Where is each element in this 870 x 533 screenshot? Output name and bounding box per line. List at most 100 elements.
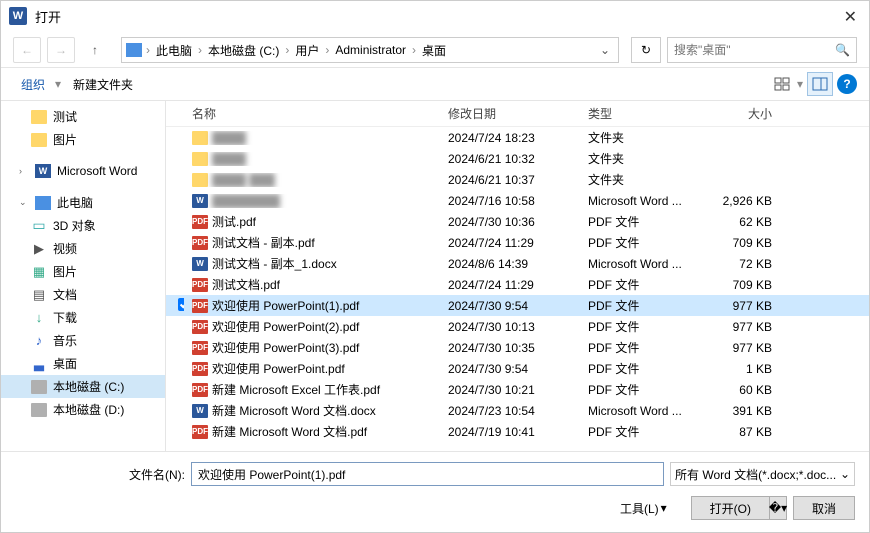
file-row[interactable]: ████2024/7/24 18:23文件夹 (166, 127, 869, 148)
file-name: 测试文档 - 副本.pdf (212, 234, 315, 251)
pdf-icon: PDF (192, 362, 208, 376)
chevron-right-icon[interactable]: › (198, 43, 202, 57)
file-row[interactable]: PDF测试文档.pdf2024/7/24 11:29PDF 文件709 KB (166, 274, 869, 295)
file-type: PDF 文件 (580, 234, 710, 251)
filename-input[interactable] (191, 462, 664, 486)
file-type-select[interactable]: 所有 Word 文档(*.docx;*.doc... ⌄ (670, 462, 855, 486)
sidebar-item[interactable]: 本地磁盘 (C:) (1, 375, 165, 398)
sidebar-item[interactable]: ›WMicrosoft Word (1, 161, 165, 181)
close-icon[interactable]: ✕ (844, 7, 857, 27)
sidebar-item[interactable]: ▤文档 (1, 283, 165, 306)
chevron-down-icon[interactable]: ▾ (797, 77, 803, 91)
vid-icon: ▶ (31, 242, 47, 256)
file-date: 2024/6/21 10:32 (440, 152, 580, 166)
file-type: Microsoft Word ... (580, 404, 710, 418)
file-row[interactable]: ████ ███2024/6/21 10:37文件夹 (166, 169, 869, 190)
file-row[interactable]: PDF测试文档 - 副本.pdf2024/7/24 11:29PDF 文件709… (166, 232, 869, 253)
forward-button[interactable]: → (47, 37, 75, 63)
refresh-button[interactable]: ↻ (631, 37, 661, 63)
chevron-right-icon[interactable]: › (285, 43, 289, 57)
sidebar-item[interactable]: 测试 (1, 105, 165, 128)
sidebar-item[interactable]: ▃桌面 (1, 352, 165, 375)
pc-icon (35, 196, 51, 210)
file-row[interactable]: PDF新建 Microsoft Excel 工作表.pdf2024/7/30 1… (166, 379, 869, 400)
breadcrumb-part[interactable]: 用户 (291, 42, 323, 59)
column-date[interactable]: 修改日期 (440, 105, 580, 122)
sidebar-item[interactable]: 图片 (1, 128, 165, 151)
search-icon[interactable]: 🔍 (835, 43, 850, 57)
file-row[interactable]: PDF新建 Microsoft Word 文档.pdf2024/7/19 10:… (166, 421, 869, 442)
tools-dropdown[interactable]: 工具(L) ▾ (620, 500, 667, 517)
file-row[interactable]: PDF测试.pdf2024/7/30 10:36PDF 文件62 KB (166, 211, 869, 232)
3d-icon: ▭ (31, 219, 47, 233)
chevron-down-icon[interactable]: ▾ (55, 77, 61, 91)
sidebar-item[interactable]: ▦图片 (1, 260, 165, 283)
column-name[interactable]: 名称 (184, 105, 440, 122)
file-name: ████ ███ (212, 173, 275, 187)
breadcrumb-part[interactable]: 本地磁盘 (C:) (204, 42, 283, 59)
drive-icon (31, 403, 47, 417)
file-row[interactable]: ████2024/6/21 10:32文件夹 (166, 148, 869, 169)
sidebar-item-label: 此电脑 (57, 194, 93, 211)
expand-icon[interactable]: ⌄ (19, 197, 29, 208)
search-box[interactable]: 🔍 (667, 37, 857, 63)
breadcrumb-root[interactable]: 此电脑 (152, 42, 196, 59)
column-size[interactable]: 大小 (710, 105, 780, 122)
sidebar-item[interactable]: 本地磁盘 (D:) (1, 398, 165, 421)
file-row[interactable]: W████████2024/7/16 10:58Microsoft Word .… (166, 190, 869, 211)
up-button[interactable]: ↑ (81, 37, 109, 63)
file-row[interactable]: PDF欢迎使用 PowerPoint(3).pdf2024/7/30 10:35… (166, 337, 869, 358)
file-date: 2024/7/30 9:54 (440, 299, 580, 313)
file-date: 2024/6/21 10:37 (440, 173, 580, 187)
file-row[interactable]: PDF欢迎使用 PowerPoint.pdf2024/7/30 9:54PDF … (166, 358, 869, 379)
pdf-icon: PDF (192, 341, 208, 355)
back-button[interactable]: ← (13, 37, 41, 63)
expand-icon[interactable]: › (19, 166, 29, 176)
sidebar-item[interactable]: ▭3D 对象 (1, 214, 165, 237)
search-input[interactable] (674, 43, 835, 57)
navigation-bar: ← → ↑ › 此电脑 › 本地磁盘 (C:) › 用户 › Administr… (1, 33, 869, 67)
pc-icon (126, 43, 142, 57)
sidebar-item-label: Microsoft Word (57, 164, 137, 178)
sidebar-item-label: 图片 (53, 131, 77, 148)
chevron-right-icon[interactable]: › (412, 43, 416, 57)
file-date: 2024/7/30 10:21 (440, 383, 580, 397)
view-large-icon[interactable] (769, 72, 795, 96)
open-dropdown[interactable]: �▾ (769, 496, 787, 520)
cancel-button[interactable]: 取消 (793, 496, 855, 520)
column-type[interactable]: 类型 (580, 105, 710, 122)
folder-icon (192, 173, 208, 187)
file-size: 977 KB (710, 299, 780, 313)
sidebar-item[interactable]: ⌄ 此电脑 (1, 191, 165, 214)
file-type: PDF 文件 (580, 213, 710, 230)
word-icon: W (192, 257, 208, 271)
preview-pane-icon[interactable] (807, 72, 833, 96)
breadcrumb-part[interactable]: 桌面 (418, 42, 450, 59)
sidebar-item[interactable]: ▶视频 (1, 237, 165, 260)
breadcrumb[interactable]: › 此电脑 › 本地磁盘 (C:) › 用户 › Administrator ›… (121, 37, 619, 63)
chevron-right-icon[interactable]: › (146, 43, 150, 57)
open-button[interactable]: 打开(O) (691, 496, 770, 520)
new-folder-button[interactable]: 新建文件夹 (65, 72, 141, 97)
pdf-icon: PDF (192, 215, 208, 229)
file-list-body[interactable]: ████2024/7/24 18:23文件夹████2024/6/21 10:3… (166, 127, 869, 451)
file-type: PDF 文件 (580, 423, 710, 440)
file-row[interactable]: W新建 Microsoft Word 文档.docx2024/7/23 10:5… (166, 400, 869, 421)
chevron-down-icon[interactable]: ⌄ (596, 43, 614, 57)
file-date: 2024/7/23 10:54 (440, 404, 580, 418)
file-type: PDF 文件 (580, 360, 710, 377)
chevron-right-icon[interactable]: › (325, 43, 329, 57)
sidebar-item[interactable]: ♪音乐 (1, 329, 165, 352)
file-row[interactable]: PDF欢迎使用 PowerPoint(1).pdf2024/7/30 9:54P… (166, 295, 869, 316)
file-row[interactable]: W测试文档 - 副本_1.docx2024/8/6 14:39Microsoft… (166, 253, 869, 274)
file-row[interactable]: PDF欢迎使用 PowerPoint(2).pdf2024/7/30 10:13… (166, 316, 869, 337)
organize-button[interactable]: 组织 (13, 72, 53, 97)
file-date: 2024/7/30 9:54 (440, 362, 580, 376)
mus-icon: ♪ (31, 334, 47, 348)
file-date: 2024/7/16 10:58 (440, 194, 580, 208)
breadcrumb-part[interactable]: Administrator (331, 43, 410, 57)
file-list-header: 名称 修改日期 类型 大小 (166, 101, 869, 127)
help-icon[interactable]: ? (837, 74, 857, 94)
sidebar-item[interactable]: ↓下载 (1, 306, 165, 329)
pdf-icon: PDF (192, 236, 208, 250)
